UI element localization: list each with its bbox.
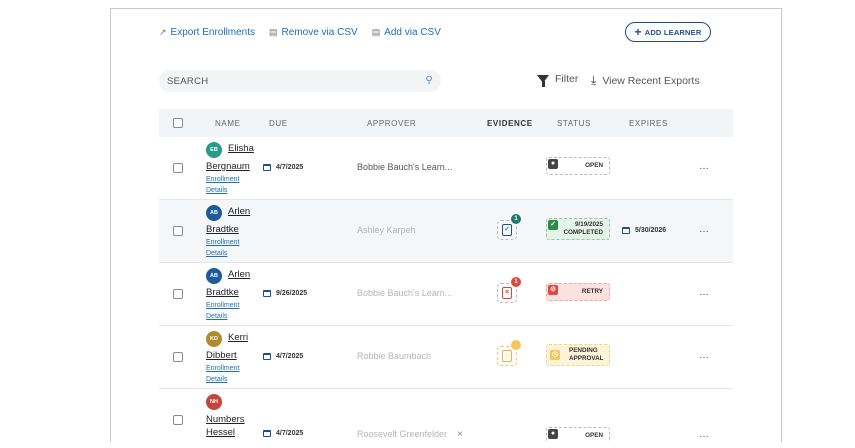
due-date: 9/26/2025 [263, 290, 307, 297]
calendar-icon [622, 227, 630, 234]
column-name[interactable]: NAME [215, 119, 241, 128]
approver: Roosevelt Greenfelder × [357, 429, 463, 440]
select-all-checkbox[interactable] [173, 118, 183, 128]
enrollment-details-link[interactable]: Enrollment Details [206, 363, 256, 385]
evidence-rejected-icon: × [502, 287, 512, 299]
row-checkbox[interactable] [173, 352, 183, 362]
learner-last-name[interactable]: Bradtke [206, 287, 239, 298]
row-checkbox[interactable] [173, 289, 183, 299]
avatar: AB [206, 268, 222, 284]
expires-date: 5/30/2026 [622, 227, 666, 234]
due-date: 4/7/2025 [263, 353, 303, 360]
approver: Bobbie Bauch's Learn... [357, 162, 453, 172]
more-actions-button[interactable]: … [699, 161, 709, 172]
export-icon: ↗ [159, 27, 167, 37]
table-header: NAME DUE APPROVER EVIDENCE STATUS EXPIRE… [159, 109, 733, 137]
more-actions-button[interactable]: … [699, 287, 709, 298]
search-input[interactable]: SEARCH ⚲ [159, 70, 441, 92]
table-row: AB Arlen Bradtke Enrollment Details Ashl… [159, 200, 733, 263]
status-text: 9/19/2025 COMPLETED [563, 221, 603, 236]
approver: Ashley Karpeh [357, 225, 416, 235]
learner-last-name[interactable]: Dibbert [206, 350, 237, 361]
learner-last-name[interactable]: Bradtke [206, 224, 239, 235]
approver: Robbie Baumbach [357, 351, 432, 361]
retry-icon: ⊘ [548, 285, 558, 295]
csv-file-icon: ▤ [371, 27, 381, 37]
learner-first-name[interactable]: Kerri [228, 332, 248, 343]
status-badge[interactable]: ● OPEN [546, 427, 610, 442]
filter-button[interactable]: Filter [537, 73, 578, 87]
enrollment-actions: ↗ Export Enrollments ▤ Remove via CSV ▤ … [159, 27, 441, 38]
remove-via-csv-button[interactable]: ▤ Remove via CSV [269, 27, 358, 38]
due-date: 4/7/2025 [263, 430, 303, 437]
add-learner-button[interactable]: + ADD LEARNER [625, 22, 711, 42]
status-badge[interactable]: ◷ PENDING APPROVAL [546, 344, 610, 366]
download-icon: ⤓ [591, 73, 597, 87]
open-status-icon: ● [548, 159, 558, 169]
calendar-icon [263, 164, 271, 171]
status-text: PENDING APPROVAL [569, 347, 604, 362]
more-actions-button[interactable]: … [699, 429, 709, 440]
csv-file-icon: ▤ [269, 27, 278, 37]
calendar-icon [263, 430, 271, 437]
check-icon: ✓ [548, 220, 558, 230]
enrollment-details-link[interactable]: Enrollment Details [206, 237, 256, 259]
evidence-count-badge: 1 [511, 277, 521, 287]
column-status[interactable]: STATUS [557, 119, 591, 128]
open-status-icon: ● [548, 429, 558, 439]
avatar: AB [206, 205, 222, 221]
learner-first-name[interactable]: Arlen [228, 206, 250, 217]
more-actions-button[interactable]: … [699, 224, 709, 235]
evidence-pending-icon: ○ [502, 350, 512, 362]
view-recent-exports-button[interactable]: ⤓ View Recent Exports [591, 73, 700, 88]
avatar: NH [206, 394, 222, 410]
status-badge[interactable]: ⊘ RETRY [546, 283, 610, 301]
evidence-count-badge: 1 [511, 214, 521, 224]
plus-icon: + [634, 25, 642, 39]
learner-last-name[interactable]: Hessel [206, 427, 235, 438]
evidence-pending-badge [511, 340, 521, 350]
row-checkbox[interactable] [173, 163, 183, 173]
due-date: 4/7/2025 [263, 164, 303, 171]
table-row: EB Elisha Bergnaum Enrollment Details 4/… [159, 137, 733, 200]
avatar: EB [206, 142, 222, 158]
row-checkbox[interactable] [173, 226, 183, 236]
learner-last-name[interactable]: Bergnaum [206, 161, 250, 172]
clock-icon: ◷ [550, 350, 560, 360]
add-via-csv-button[interactable]: ▤ Add via CSV [372, 27, 441, 38]
enrollment-details-link[interactable]: Enrollment Details [206, 174, 256, 196]
calendar-icon [263, 290, 271, 297]
enrollment-details-link[interactable]: Enrollment Details [206, 300, 256, 322]
table-row: NH Numbers Hessel 4/7/2025 Roosevelt Gre… [159, 389, 733, 442]
column-expires[interactable]: EXPIRES [629, 119, 668, 128]
column-approver[interactable]: APPROVER [367, 119, 416, 128]
table-row: AB Arlen Bradtke Enrollment Details 9/26… [159, 263, 733, 326]
avatar: KD [206, 331, 222, 347]
column-evidence[interactable]: EVIDENCE [487, 119, 533, 128]
row-checkbox[interactable] [173, 415, 183, 425]
clear-approver-icon[interactable]: × [457, 429, 463, 440]
learner-first-name[interactable]: Arlen [228, 269, 250, 280]
column-due[interactable]: DUE [269, 119, 288, 128]
filter-icon [537, 75, 549, 87]
status-badge[interactable]: ● OPEN [546, 157, 610, 175]
export-enrollments-button[interactable]: ↗ Export Enrollments [159, 27, 255, 38]
search-icon[interactable]: ⚲ [425, 75, 433, 86]
evidence-approved-icon: ✓ [502, 224, 512, 236]
calendar-icon [263, 353, 271, 360]
table-row: KD Kerri Dibbert Enrollment Details 4/7/… [159, 326, 733, 389]
status-badge[interactable]: ✓ 9/19/2025 COMPLETED [546, 218, 610, 240]
more-actions-button[interactable]: … [699, 350, 709, 361]
learner-first-name[interactable]: Elisha [228, 143, 254, 154]
enrollments-panel: ↗ Export Enrollments ▤ Remove via CSV ▤ … [110, 8, 782, 442]
learner-first-name[interactable]: Numbers [206, 414, 245, 425]
approver: Bobbie Bauch's Learn... [357, 288, 453, 298]
